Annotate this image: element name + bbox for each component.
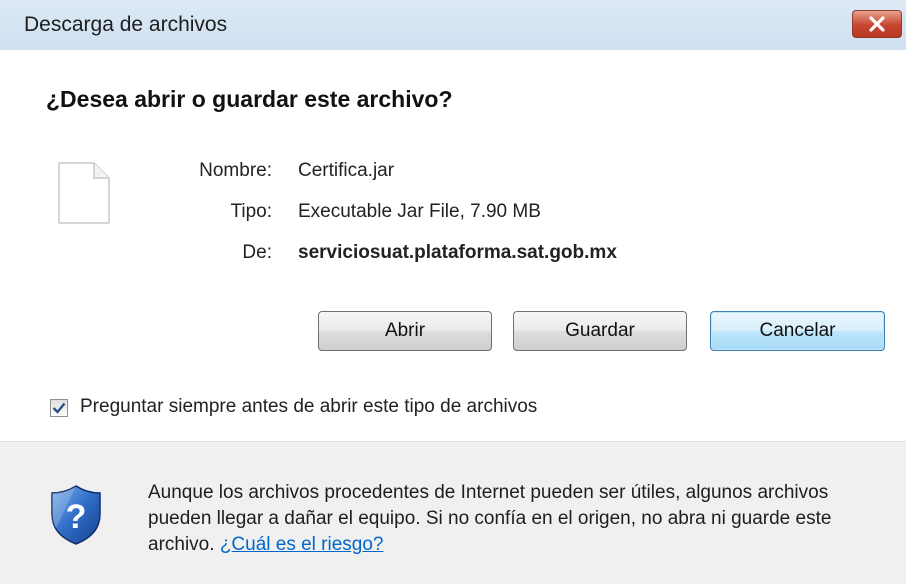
always-ask-label[interactable]: Preguntar siempre antes de abrir este ti… (80, 396, 537, 418)
type-label: Tipo: (230, 201, 272, 222)
type-value: Executable Jar File, 7.90 MB (298, 201, 541, 222)
save-button[interactable]: Guardar (513, 311, 687, 351)
from-value: serviciosuat.plataforma.sat.gob.mx (298, 242, 617, 263)
warning-text-block: Aunque los archivos procedentes de Inter… (148, 480, 888, 558)
from-label: De: (242, 242, 272, 263)
cancel-button[interactable]: Cancelar (710, 311, 885, 351)
close-icon (869, 16, 885, 32)
svg-text:?: ? (66, 498, 87, 536)
name-label: Nombre: (199, 160, 272, 181)
security-shield-question-icon: ? (51, 485, 101, 545)
title-bar[interactable]: Descarga de archivos (0, 0, 906, 50)
open-button[interactable]: Abrir (318, 311, 492, 351)
window-title: Descarga de archivos (24, 13, 228, 36)
always-ask-checkbox[interactable] (50, 399, 68, 417)
dialog-heading: ¿Desea abrir o guardar este archivo? (46, 86, 453, 112)
risk-link[interactable]: ¿Cuál es el riesgo? (220, 534, 384, 555)
download-dialog: Descarga de archivos ¿Desea abrir o guar… (0, 0, 906, 584)
close-button[interactable] (852, 10, 902, 38)
checkmark-icon (52, 402, 66, 414)
name-value: Certifica.jar (298, 160, 395, 181)
